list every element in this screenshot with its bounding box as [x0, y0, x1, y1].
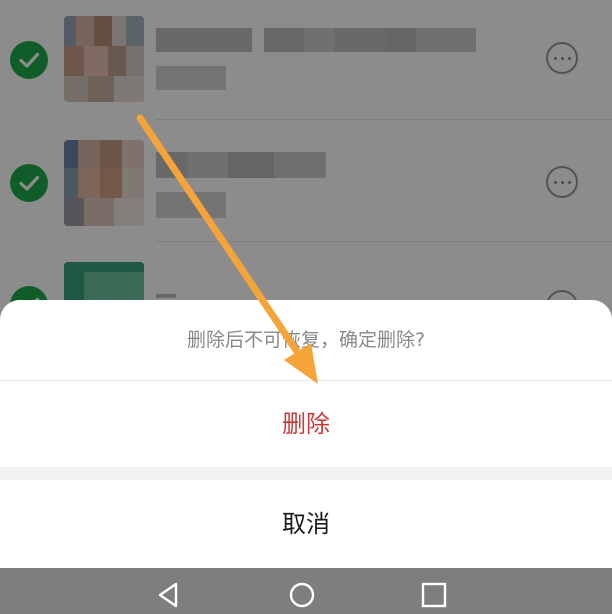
back-icon[interactable] [154, 580, 184, 610]
dialog-message: 删除后不可恢复，确定删除? [0, 300, 612, 380]
delete-button[interactable]: 删除 [0, 381, 612, 467]
screen: 删除后不可恢复，确定删除? 删除 取消 [0, 0, 612, 614]
system-navigation-bar [0, 568, 612, 614]
home-icon[interactable] [287, 580, 317, 610]
delete-confirmation-sheet: 删除后不可恢复，确定删除? 删除 取消 [0, 300, 612, 568]
recents-icon[interactable] [419, 580, 449, 610]
cancel-button[interactable]: 取消 [0, 480, 612, 568]
